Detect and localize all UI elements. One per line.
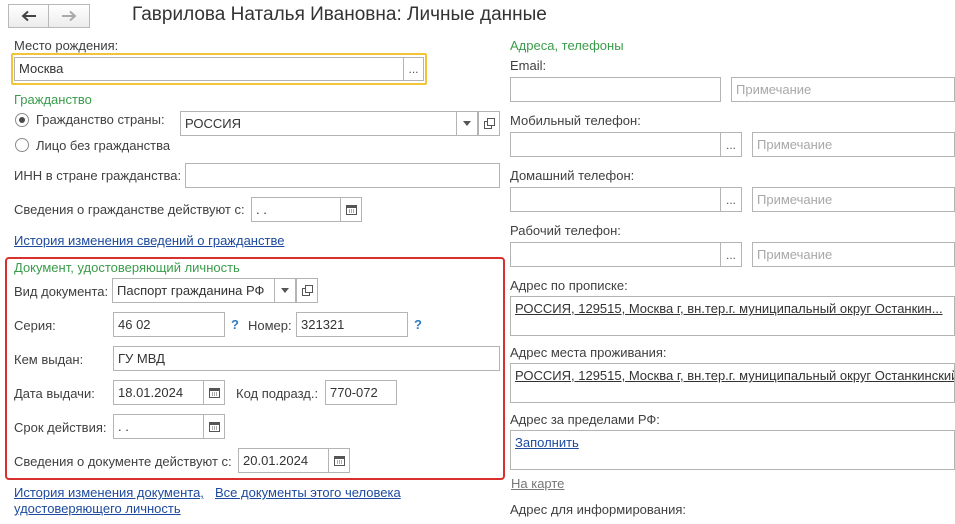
birthplace-input[interactable]: Москва [14,57,404,81]
residence-address-field[interactable]: РОССИЯ, 129515, Москва г, вн.тер.г. муни… [510,363,955,403]
birthplace-select-button[interactable]: ... [403,57,424,81]
issued-by-label: Кем выдан: [14,352,84,367]
registration-address-field[interactable]: РОССИЯ, 129515, Москва г, вн.тер.г. муни… [510,296,955,336]
contacts-header: Адреса, телефоны [510,38,624,53]
info-address-label: Адрес для информирования: [510,502,686,517]
stateless-label: Лицо без гражданства [36,138,171,153]
mobile-label: Мобильный телефон: [510,113,641,128]
calendar-icon [208,422,220,432]
issue-date-label: Дата выдачи: [14,386,95,401]
doc-valid-input[interactable]: 20.01.2024 [238,448,330,473]
inn-label: ИНН в стране гражданства: [14,168,182,183]
work-phone-label: Рабочий телефон: [510,223,621,238]
forward-button[interactable] [48,4,90,28]
home-phone-select-button[interactable]: ... [720,187,742,212]
doc-history-link-line2[interactable]: удостоверяющего личность [14,501,181,516]
registration-address-value[interactable]: РОССИЯ, 129515, Москва г, вн.тер.г. муни… [515,301,943,316]
document-header: Документ, удостоверяющий личность [14,260,240,275]
series-label: Серия: [14,318,56,333]
registration-address-label: Адрес по прописке: [510,278,628,293]
series-help-icon[interactable]: ? [231,317,239,332]
number-label: Номер: [248,318,292,333]
division-code-input[interactable]: 770-072 [325,380,397,405]
calendar-icon [208,388,220,398]
email-input[interactable] [510,77,721,102]
residence-address-value[interactable]: РОССИЯ, 129515, Москва г, вн.тер.г. муни… [515,368,954,383]
series-input[interactable]: 46 02 [113,312,225,337]
citizenship-country-label: Гражданство страны: [36,112,165,127]
calendar-icon [345,205,357,215]
citizenship-dropdown-button[interactable] [456,111,478,136]
citizenship-calendar-button[interactable] [340,197,362,222]
home-phone-label: Домашний телефон: [510,168,635,183]
birthplace-label: Место рождения: [14,38,119,53]
work-phone-input[interactable] [510,242,721,267]
chevron-down-icon [463,121,471,126]
doc-type-input[interactable]: Паспорт гражданина РФ [112,278,277,303]
doc-valid-calendar-button[interactable] [328,448,350,473]
email-note-input[interactable]: Примечание [731,77,955,102]
calendar-icon [333,456,345,466]
division-code-label: Код подразд.: [236,386,319,401]
inn-input[interactable] [185,163,500,188]
citizenship-country-input[interactable]: РОССИЯ [180,111,480,136]
issued-by-input[interactable]: ГУ МВД [113,346,500,371]
work-phone-select-button[interactable]: ... [720,242,742,267]
mobile-select-button[interactable]: ... [720,132,742,157]
work-phone-note-input[interactable]: Примечание [752,242,955,267]
doc-type-label: Вид документа: [14,284,109,299]
doc-valid-label: Сведения о документе действуют с: [14,454,232,469]
home-phone-input[interactable] [510,187,721,212]
map-link[interactable]: На карте [511,476,564,491]
abroad-address-field[interactable]: Заполнить [510,430,955,470]
window-title: Гаврилова Наталья Ивановна: Личные данны… [132,4,547,25]
arrow-right-icon [62,10,77,22]
citizenship-valid-label: Сведения о гражданстве действуют с: [14,202,245,217]
residence-address-label: Адрес места проживания: [510,345,667,360]
number-input[interactable]: 321321 [296,312,408,337]
citizenship-valid-input[interactable]: . . [251,197,341,222]
expiry-calendar-button[interactable] [203,414,225,439]
doc-history-link[interactable]: История изменения документа, [14,485,204,500]
mobile-input[interactable] [510,132,721,157]
abroad-address-label: Адрес за пределами РФ: [510,412,660,427]
open-icon [483,118,495,129]
radio-citizenship-country[interactable] [15,113,29,127]
email-label: Email: [510,58,547,73]
fill-address-link[interactable]: Заполнить [515,435,579,450]
citizenship-history-link[interactable]: История изменения сведений о гражданстве [14,233,284,248]
back-button[interactable] [8,4,50,28]
expiry-input[interactable]: . . [113,414,205,439]
mobile-note-input[interactable]: Примечание [752,132,955,157]
citizenship-header: Гражданство [14,92,92,107]
doc-type-open-button[interactable] [296,278,318,303]
issue-date-input[interactable]: 18.01.2024 [113,380,205,405]
issue-date-calendar-button[interactable] [203,380,225,405]
number-help-icon[interactable]: ? [414,317,422,332]
citizenship-open-button[interactable] [478,111,500,136]
home-phone-note-input[interactable]: Примечание [752,187,955,212]
arrow-left-icon [21,10,36,22]
all-documents-link[interactable]: Все документы этого человека [215,485,401,500]
doc-type-dropdown-button[interactable] [274,278,296,303]
open-icon [301,285,313,296]
chevron-down-icon [281,288,289,293]
radio-stateless[interactable] [15,138,29,152]
expiry-label: Срок действия: [14,420,107,435]
